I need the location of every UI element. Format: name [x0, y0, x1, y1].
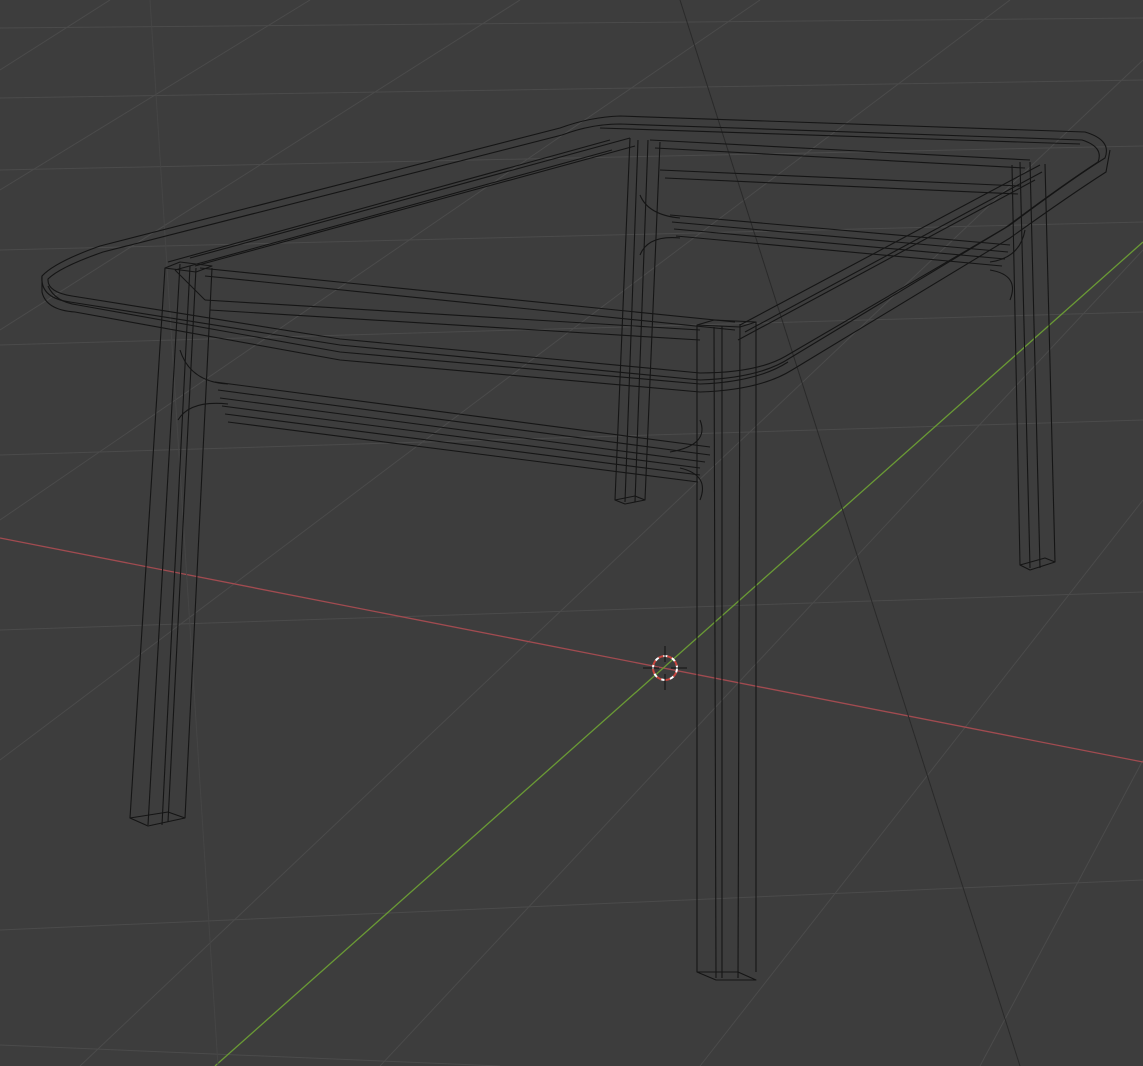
viewport-3d[interactable]: [0, 0, 1143, 1066]
leg-back-right: [989, 161, 1056, 571]
guide-line: [149, 0, 219, 1066]
floor-grid: [0, 0, 1143, 1066]
z-axis-line: [679, 0, 1021, 1066]
viewport-canvas[interactable]: [0, 0, 1143, 1066]
x-axis-line: [0, 537, 1143, 763]
y-axis-line: [214, 241, 1143, 1066]
leg-front-left: [129, 261, 229, 827]
table-wireframe: [41, 115, 1111, 981]
front-apron: [199, 267, 736, 483]
